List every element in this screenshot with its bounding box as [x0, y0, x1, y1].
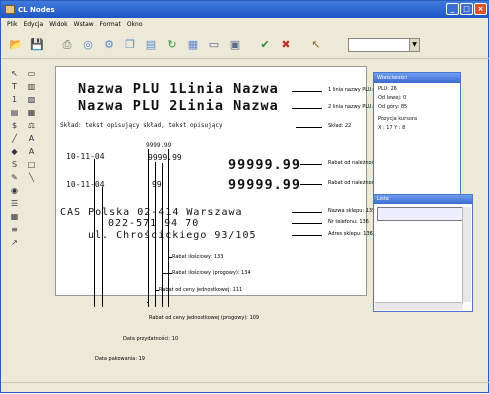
status-bar: [1, 382, 489, 394]
print-icon[interactable]: ⎙: [58, 36, 76, 54]
pointer-icon[interactable]: ↖: [307, 36, 325, 54]
properties-title: Właściwości: [374, 73, 460, 83]
fill-tool-icon[interactable]: ◆: [7, 145, 22, 157]
label-expiry-date: Data przydatności: 10: [123, 336, 179, 342]
list-panel-title: Lista: [374, 195, 472, 204]
ok-icon[interactable]: ✔: [256, 36, 274, 54]
settings-icon[interactable]: ⚙: [100, 36, 118, 54]
vertical-scrollbar[interactable]: [462, 207, 471, 302]
pen-tool-icon[interactable]: ✎: [7, 171, 22, 183]
maximize-button[interactable]: □: [460, 3, 473, 15]
date-packed-2[interactable]: 10-11-04: [66, 180, 105, 189]
box-tool-icon[interactable]: □: [24, 158, 39, 170]
cursor-coords: X : 17 Y : 8: [378, 125, 406, 131]
properties-left-offset: Od lewej: 0: [378, 95, 407, 101]
window-title: CL Nodes: [18, 5, 55, 14]
store-name[interactable]: CAS Polska 02-414 Warszawa: [60, 207, 243, 218]
label-store-name: Nazwa sklepu: 135: [328, 208, 376, 214]
select-tool-icon[interactable]: ↖: [7, 67, 22, 79]
unit-discount-value[interactable]: 99: [152, 180, 162, 189]
grid-icon[interactable]: ▦: [184, 36, 202, 54]
label-pack-date: Data pakowania: 19: [95, 356, 145, 362]
zoom-select[interactable]: ▼: [348, 37, 420, 52]
app-window: CL Nodes _ □ × Plik Edycja Widok Wstaw F…: [0, 0, 489, 393]
ingredients-text[interactable]: Skład: tekst opisujący skład, tekst opis…: [60, 122, 223, 129]
copy-icon[interactable]: ❐: [121, 36, 139, 54]
properties-panel: Właściwości PLU: 26 Od lewej: 0 Od góry:…: [373, 72, 461, 214]
list-item[interactable]: [377, 207, 471, 221]
refresh-icon[interactable]: ↻: [163, 36, 181, 54]
plu-line-2[interactable]: Nazwa PLU 2Linia Nazwa: [78, 98, 279, 114]
menu-bar: Plik Edycja Widok Wstaw Format Okno: [1, 19, 489, 29]
store-address[interactable]: ul. Chrościckiego 93/105: [88, 230, 257, 241]
text-tool-icon[interactable]: T: [7, 80, 22, 92]
menu-plik[interactable]: Plik: [7, 21, 17, 28]
frame-tool-icon[interactable]: ▭: [24, 67, 39, 79]
label-unit-discount-progressive: Rabat od ceny jednostkowej (progowy): 10…: [149, 315, 260, 321]
menu-edycja[interactable]: Edycja: [23, 21, 43, 28]
number-tool-icon[interactable]: 1: [7, 93, 22, 105]
close-button[interactable]: ×: [474, 3, 487, 15]
menu-tool-icon[interactable]: ≡: [7, 223, 22, 235]
date-packed-1[interactable]: 10-11-04: [66, 152, 105, 161]
table-tool-icon[interactable]: ▦: [7, 210, 22, 222]
image-icon[interactable]: ▭: [205, 36, 223, 54]
tool-palette: ↖ ▭ T ▥ 1 ▨ ▤ ▦ $ ⚖ ╱ A ◆ A S □ ✎ ╲ ◉ ☰ …: [7, 67, 41, 293]
qty-discount-progressive-value[interactable]: 9999.99: [148, 153, 182, 162]
image-tool-icon[interactable]: ▨: [24, 93, 39, 105]
store-phone[interactable]: 022-571 94 70: [108, 218, 199, 229]
cancel-icon[interactable]: ✖: [277, 36, 295, 54]
label-tool-icon[interactable]: A: [24, 145, 39, 157]
preview-icon[interactable]: ◎: [79, 36, 97, 54]
label-store-address: Adres sklepu: 136: [328, 231, 373, 237]
label-canvas[interactable]: Nazwa PLU 1Linia Nazwa Nazwa PLU 2Linia …: [55, 66, 367, 307]
blank1: [24, 184, 39, 196]
diagonal-tool-icon[interactable]: ╲: [24, 171, 39, 183]
price-tool-icon[interactable]: $: [7, 119, 22, 131]
shape-tool-icon[interactable]: A: [24, 132, 39, 144]
blank3: [24, 210, 39, 222]
properties-plu: PLU: 26: [378, 86, 397, 92]
plu-line-1[interactable]: Nazwa PLU 1Linia Nazwa: [78, 81, 279, 97]
horizontal-scrollbar[interactable]: [375, 302, 463, 310]
qty-discount-value[interactable]: 9999.99: [146, 142, 171, 149]
blank4: [24, 223, 39, 235]
menu-okno[interactable]: Okno: [127, 21, 143, 28]
price-total-progressive[interactable]: 99999.99: [228, 157, 301, 173]
label-phone: Nr telefonu: 136: [328, 219, 369, 225]
label-qty-discount-progressive: Rabat ilościowy (progowy): 134: [172, 270, 251, 276]
logo-tool-icon[interactable]: S: [7, 158, 22, 170]
cursor-position-label: Pozycja kursora: [378, 116, 418, 122]
menu-wstaw[interactable]: Wstaw: [74, 21, 94, 28]
properties-top-offset: Od góry: 85: [378, 104, 408, 110]
field-tool-icon[interactable]: ▤: [7, 106, 22, 118]
app-icon: [5, 5, 15, 14]
window-icon[interactable]: ▣: [226, 36, 244, 54]
weight-tool-icon[interactable]: ⚖: [24, 119, 39, 131]
line-tool-icon[interactable]: ╱: [7, 132, 22, 144]
chevron-down-icon[interactable]: ▼: [409, 38, 419, 51]
menu-format[interactable]: Format: [100, 21, 121, 28]
list-panel: Lista: [373, 194, 473, 312]
list-tool-icon[interactable]: ☰: [7, 197, 22, 209]
label-qty-discount: Rabat ilościowy: 133: [172, 254, 224, 260]
menu-widok[interactable]: Widok: [49, 21, 67, 28]
receipt-preview: Nazwa PLU 1Linia Nazwa Nazwa PLU 2Linia …: [56, 67, 322, 307]
toolbar: 📂 💾 ⎙ ◎ ⚙ ❐ ▤ ↻ ▦ ▭ ▣ ✔ ✖ ↖ ▼: [1, 31, 489, 59]
pointer-tool-icon[interactable]: ↗: [7, 236, 22, 248]
paste-icon[interactable]: ▤: [142, 36, 160, 54]
blank2: [24, 197, 39, 209]
minimize-button[interactable]: _: [446, 3, 459, 15]
stamp-tool-icon[interactable]: ◉: [7, 184, 22, 196]
label-ingredients: Skład: 22: [328, 123, 352, 129]
price-total[interactable]: 99999.99: [228, 177, 301, 193]
barcode-tool-icon[interactable]: ▥: [24, 80, 39, 92]
label-unit-discount: Rabat od ceny jednostkowej: 111: [159, 287, 243, 293]
title-bar: CL Nodes _ □ ×: [1, 1, 489, 18]
date-tool-icon[interactable]: ▦: [24, 106, 39, 118]
save-icon[interactable]: 💾: [28, 36, 46, 54]
open-icon[interactable]: 📂: [7, 36, 25, 54]
